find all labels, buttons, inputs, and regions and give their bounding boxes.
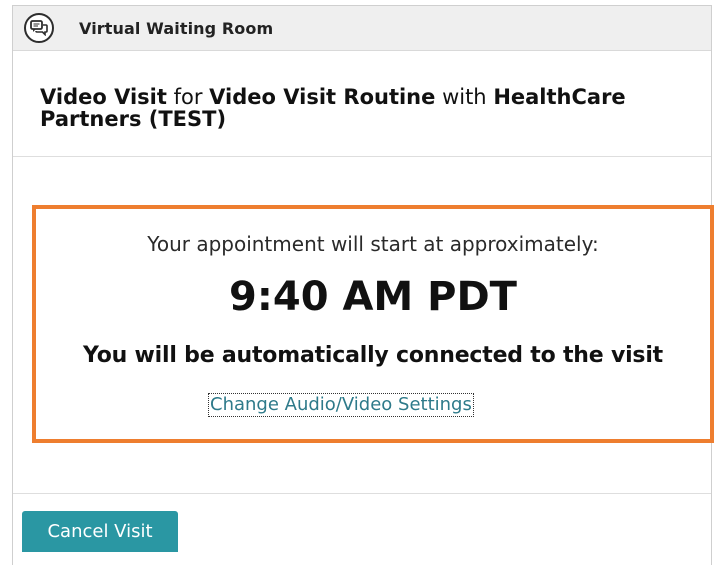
section-divider-top — [13, 156, 711, 157]
change-av-settings-link[interactable]: Change Audio/Video Settings — [208, 393, 474, 417]
visit-type: Video Visit — [40, 85, 167, 109]
approx-start-label: Your appointment will start at approxima… — [147, 232, 599, 256]
panel-title: Virtual Waiting Room — [79, 19, 274, 38]
chat-bubbles-icon — [24, 13, 54, 43]
appointment-highlight-box: Your appointment will start at approxima… — [32, 205, 714, 443]
visit-with-word: with — [442, 85, 487, 109]
visit-description: Video Visit for Video Visit Routine with… — [40, 86, 680, 130]
appointment-time: 9:40 AM PDT — [229, 274, 517, 320]
auto-connect-message: You will be automatically connected to t… — [83, 343, 663, 368]
visit-reason: Video Visit Routine — [209, 85, 436, 109]
panel-header: Virtual Waiting Room — [13, 6, 711, 51]
cancel-visit-button[interactable]: Cancel Visit — [22, 511, 178, 552]
section-divider-bottom — [13, 493, 711, 494]
visit-for-word: for — [173, 85, 203, 109]
